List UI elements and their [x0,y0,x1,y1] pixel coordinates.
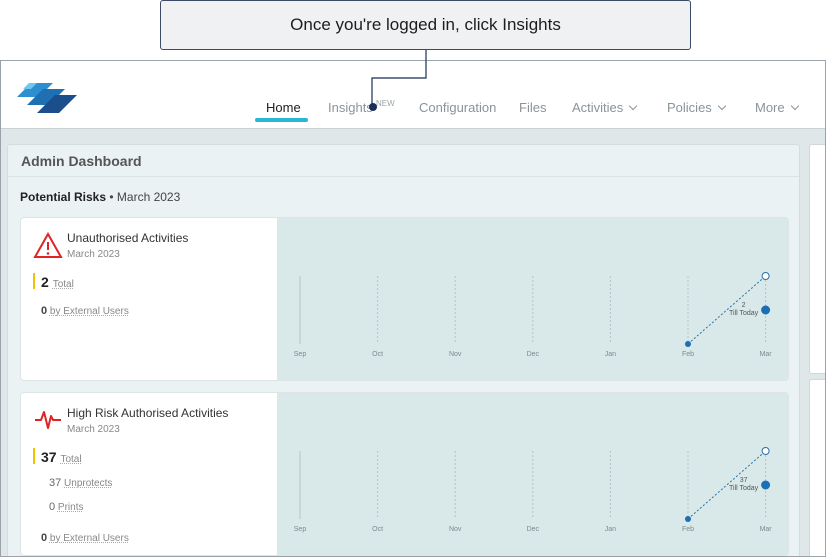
nav-more-label: More [755,100,785,115]
app-window: Home Insights NEW Configuration Files Ac… [0,60,826,557]
total-value: 37 [41,449,57,465]
stat-unprotects[interactable]: 37 Unprotects [49,477,112,489]
side-panel-edge [809,144,825,374]
new-badge: NEW [376,99,395,108]
chevron-down-icon [790,101,799,111]
x-tick-label: Nov [449,351,462,358]
stat-label: by External Users [49,306,129,317]
section-heading: Potential Risks [20,190,107,204]
x-tick-label: Feb [682,526,694,533]
screenshot-stage: Once you're logged in, click Insights Ho… [0,0,826,557]
x-tick-label: Nov [449,526,462,533]
card-subtitle: March 2023 [67,424,120,435]
callout-pointer-dot [369,103,377,111]
nav-configuration[interactable]: Configuration [419,100,496,115]
annotation-label: Till Today [729,485,759,492]
x-tick-label: Oct [372,526,383,533]
total-value: 2 [41,274,49,290]
trend-chart: Sep Oct Nov Dec Jan Feb Mar 37 Till Today [277,393,788,555]
stat-label: by External Users [49,533,129,544]
annotation-label: Till Today [729,310,759,317]
data-point-projected [761,447,770,455]
card-subtitle: March 2023 [67,249,120,260]
stat-external-users[interactable]: 0 by External Users [41,305,129,317]
stat-value: 0 [41,532,48,544]
admin-dashboard-panel: Admin Dashboard Potential Risks • March … [7,144,800,556]
section-date: • March 2023 [109,190,181,204]
x-tick-label: Jan [605,351,616,358]
trend-chart-svg: Sep Oct Nov Dec Jan Feb Mar 2Till Today [294,272,773,358]
nav-more[interactable]: More [755,100,799,115]
nav-policies-label: Policies [667,100,712,115]
total-indicator-bar [33,273,35,289]
stat-label: Unprotects [64,478,113,489]
active-tab-indicator [255,118,308,122]
x-tick-label: Jan [605,526,616,533]
stat-value: 0 [49,501,56,513]
x-tick-label: Oct [372,351,383,358]
top-navigation-bar: Home Insights NEW Configuration Files Ac… [1,61,825,129]
stat-external-users[interactable]: 0 by External Users [41,532,129,544]
total-indicator-bar [33,448,35,464]
total-metric[interactable]: 2 Total [41,274,74,290]
annotation-value: 2 [742,302,746,309]
stat-value: 37 [49,477,62,489]
brand-logo[interactable] [13,75,79,119]
callout-text: Once you're logged in, click Insights [290,15,561,34]
panel-title: Admin Dashboard [21,153,142,169]
data-point [685,516,691,522]
x-tick-label: Sep [294,526,307,533]
card-title: High Risk Authorised Activities [67,406,229,420]
chevron-down-icon [629,101,638,111]
risk-card-unauthorised[interactable]: Unauthorised Activities March 2023 2 Tot… [20,217,789,381]
x-tick-label: Feb [682,351,694,358]
total-metric[interactable]: 37 Total [41,449,82,465]
chevron-down-icon [717,101,727,111]
data-point-current [761,480,771,490]
x-tick-label: Mar [760,526,773,533]
x-tick-label: Dec [527,526,540,533]
risk-card-high-risk[interactable]: High Risk Authorised Activities March 20… [20,392,789,556]
total-label: Total [52,279,74,290]
nav-insights[interactable]: Insights [328,100,373,115]
warning-triangle-icon [33,232,63,258]
instruction-callout: Once you're logged in, click Insights [160,0,691,50]
card-title: Unauthorised Activities [67,231,189,245]
trend-chart: Sep Oct Nov Dec Jan Feb Mar 2 Till Today [277,218,788,380]
x-tick-label: Dec [527,351,540,358]
data-point-current [761,305,771,315]
section-title: Potential Risks • March 2023 [20,190,180,204]
annotation-value: 37 [740,477,748,484]
nav-activities[interactable]: Activities [572,100,638,115]
nav-home[interactable]: Home [266,100,301,115]
heartbeat-icon [35,411,61,429]
trend-chart-svg: Sep Oct Nov Dec Jan Feb Mar 37Till Today [294,447,773,533]
stat-value: 0 [41,305,48,317]
stat-label: Prints [57,502,84,513]
nav-files[interactable]: Files [519,100,546,115]
divider [8,176,799,177]
stat-prints[interactable]: 0 Prints [49,501,83,513]
x-tick-label: Mar [760,351,773,358]
data-point-projected [761,272,770,280]
data-point [685,341,691,347]
nav-policies[interactable]: Policies [667,100,727,115]
x-tick-label: Sep [294,351,307,358]
total-label: Total [60,454,82,465]
nav-activities-label: Activities [572,100,624,115]
side-panel-edge [809,379,825,556]
